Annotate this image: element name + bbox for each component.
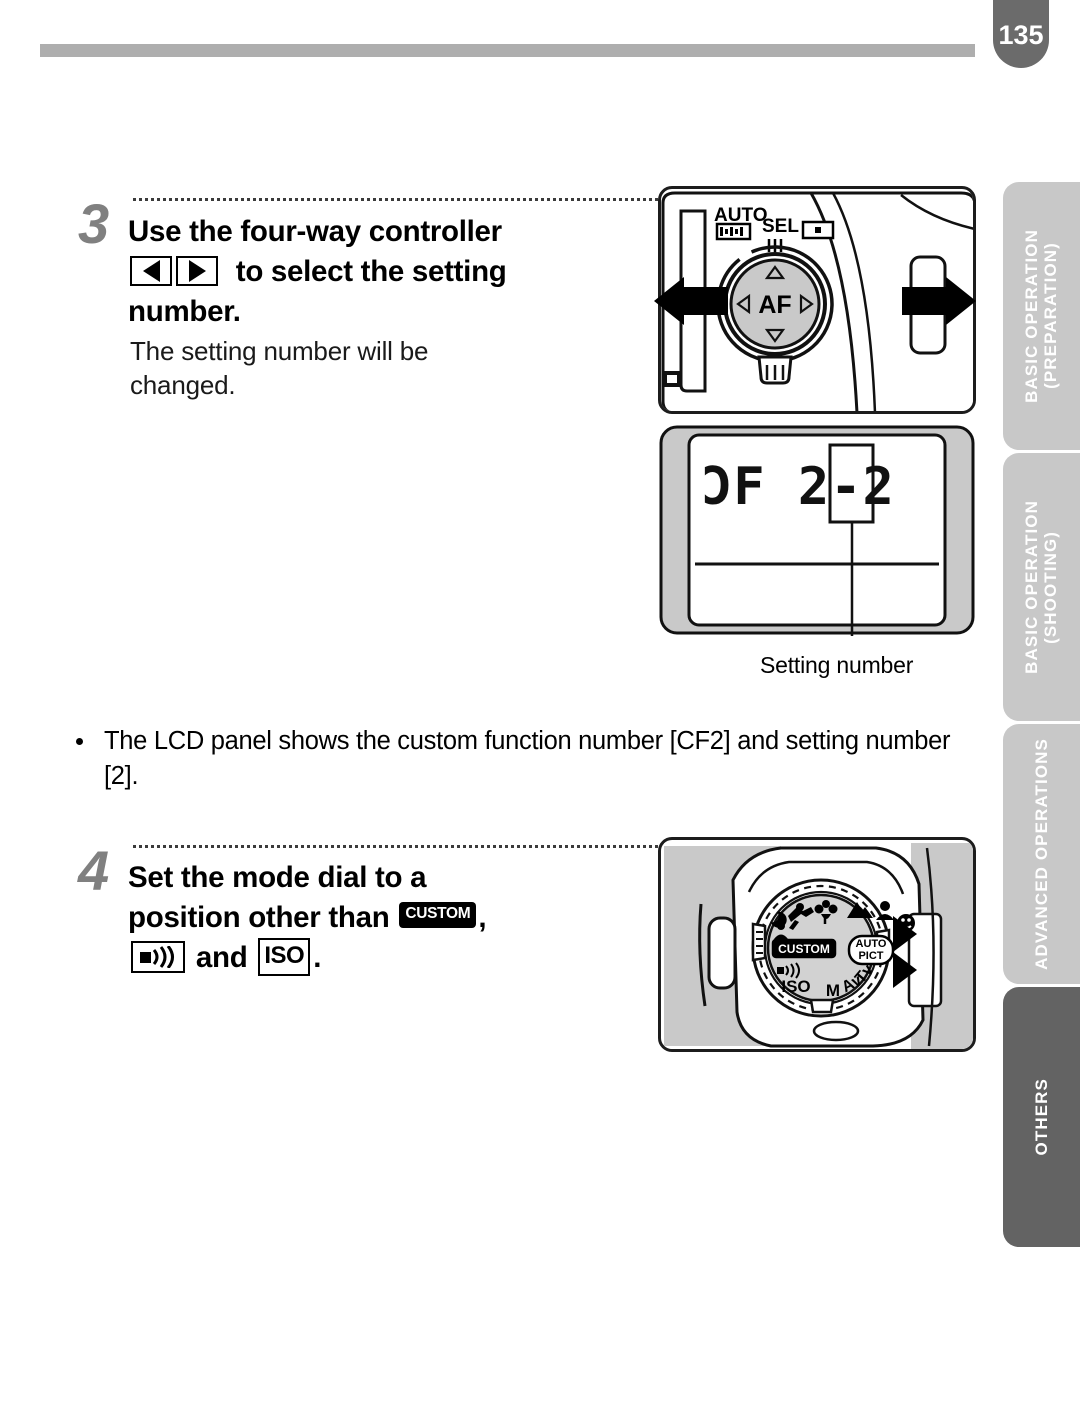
mode-dial-custom-label: CUSTOM [778, 942, 830, 956]
step-4-title-line2: position other than CUSTOM, [128, 898, 658, 938]
step-3-title: Use the four-way controller to select th… [128, 212, 648, 331]
step-4-title-line2-text: position other than [128, 900, 390, 934]
header-rule [40, 44, 975, 57]
step-4-period: . [313, 940, 322, 974]
mode-dial-autopict-top: AUTO [856, 938, 887, 950]
page-number: 135 [998, 20, 1044, 50]
sidebar-label-basic-operation-preparation: BASIC OPERATION (PREPARATION) [1022, 229, 1061, 403]
iso-badge-icon: ISO [258, 938, 311, 976]
bullet-dot-icon [76, 738, 83, 745]
sound-mode-badge-icon [131, 940, 185, 973]
lcd-display-text: ƆF 2-2 [701, 457, 895, 517]
step-3-title-line3: number. [128, 294, 241, 328]
sidebar-item-others[interactable]: OTHERS [1003, 987, 1080, 1247]
svg-text:SEL: SEL [762, 216, 799, 237]
sidebar-label-others: OTHERS [1031, 1078, 1051, 1156]
step-3-title-line2: to select the setting [128, 252, 648, 292]
right-arrow-button-icon [176, 256, 218, 287]
step-3-number: 3 [78, 192, 109, 255]
step-3-body: The setting number will be changed. [130, 336, 429, 400]
step-4-title: Set the mode dial to a position other th… [128, 858, 658, 978]
sidebar-item-advanced-operations[interactable]: ADVANCED OPERATIONS [1003, 724, 1080, 984]
step-3-title-line1: Use the four-way controller [128, 215, 502, 248]
step-4-number: 4 [78, 839, 109, 902]
sidebar-item-basic-operation-shooting[interactable]: BASIC OPERATION (SHOOTING) [1003, 453, 1080, 721]
mode-dial-iso-label: ISO [781, 977, 810, 996]
side-tab-group: BASIC OPERATION (PREPARATION) BASIC OPER… [1003, 182, 1080, 1250]
note-bullet-text: The LCD panel shows the custom function … [104, 727, 951, 791]
step-4-and-text: and [195, 940, 248, 974]
step-3-title-line2-text: to select the setting [235, 254, 507, 288]
mode-dial-autopict-bottom: PICT [858, 950, 883, 962]
step-4-title-line3: and ISO. [128, 938, 658, 978]
sidebar-label-advanced-operations: ADVANCED OPERATIONS [1031, 738, 1051, 970]
page-number-tab: 135 [993, 0, 1049, 68]
left-arrow-indicator-icon [654, 277, 728, 325]
step-4-comma: , [478, 900, 487, 934]
sidebar-item-basic-operation-preparation[interactable]: BASIC OPERATION (PREPARATION) [1003, 182, 1080, 450]
lcd-panel-drawing: ƆF 2-2 [659, 425, 975, 636]
mode-dial-drawing: CUSTOM AUTO PICT ISO M Av Tv [664, 843, 973, 1049]
illustration-mode-dial: CUSTOM AUTO PICT ISO M Av Tv [658, 837, 976, 1052]
mode-dial-m-label: M [826, 981, 840, 1000]
step-3-leader-dots [133, 198, 658, 201]
custom-badge-icon: CUSTOM [399, 901, 477, 929]
manual-page: 135 BASIC OPERATION (PREPARATION) BASIC … [0, 0, 1080, 1427]
step-4-title-line1: Set the mode dial to a [128, 861, 427, 894]
svg-text:AF: AF [758, 291, 791, 319]
left-arrow-button-icon [130, 256, 172, 287]
right-arrow-indicator-icon [902, 277, 976, 325]
sidebar-label-basic-operation-shooting: BASIC OPERATION (SHOOTING) [1022, 500, 1061, 674]
illustration-lcd-panel: ƆF 2-2 [658, 424, 976, 636]
lcd-setting-number-caption: Setting number [760, 652, 914, 678]
step-4-leader-dots [133, 845, 658, 848]
